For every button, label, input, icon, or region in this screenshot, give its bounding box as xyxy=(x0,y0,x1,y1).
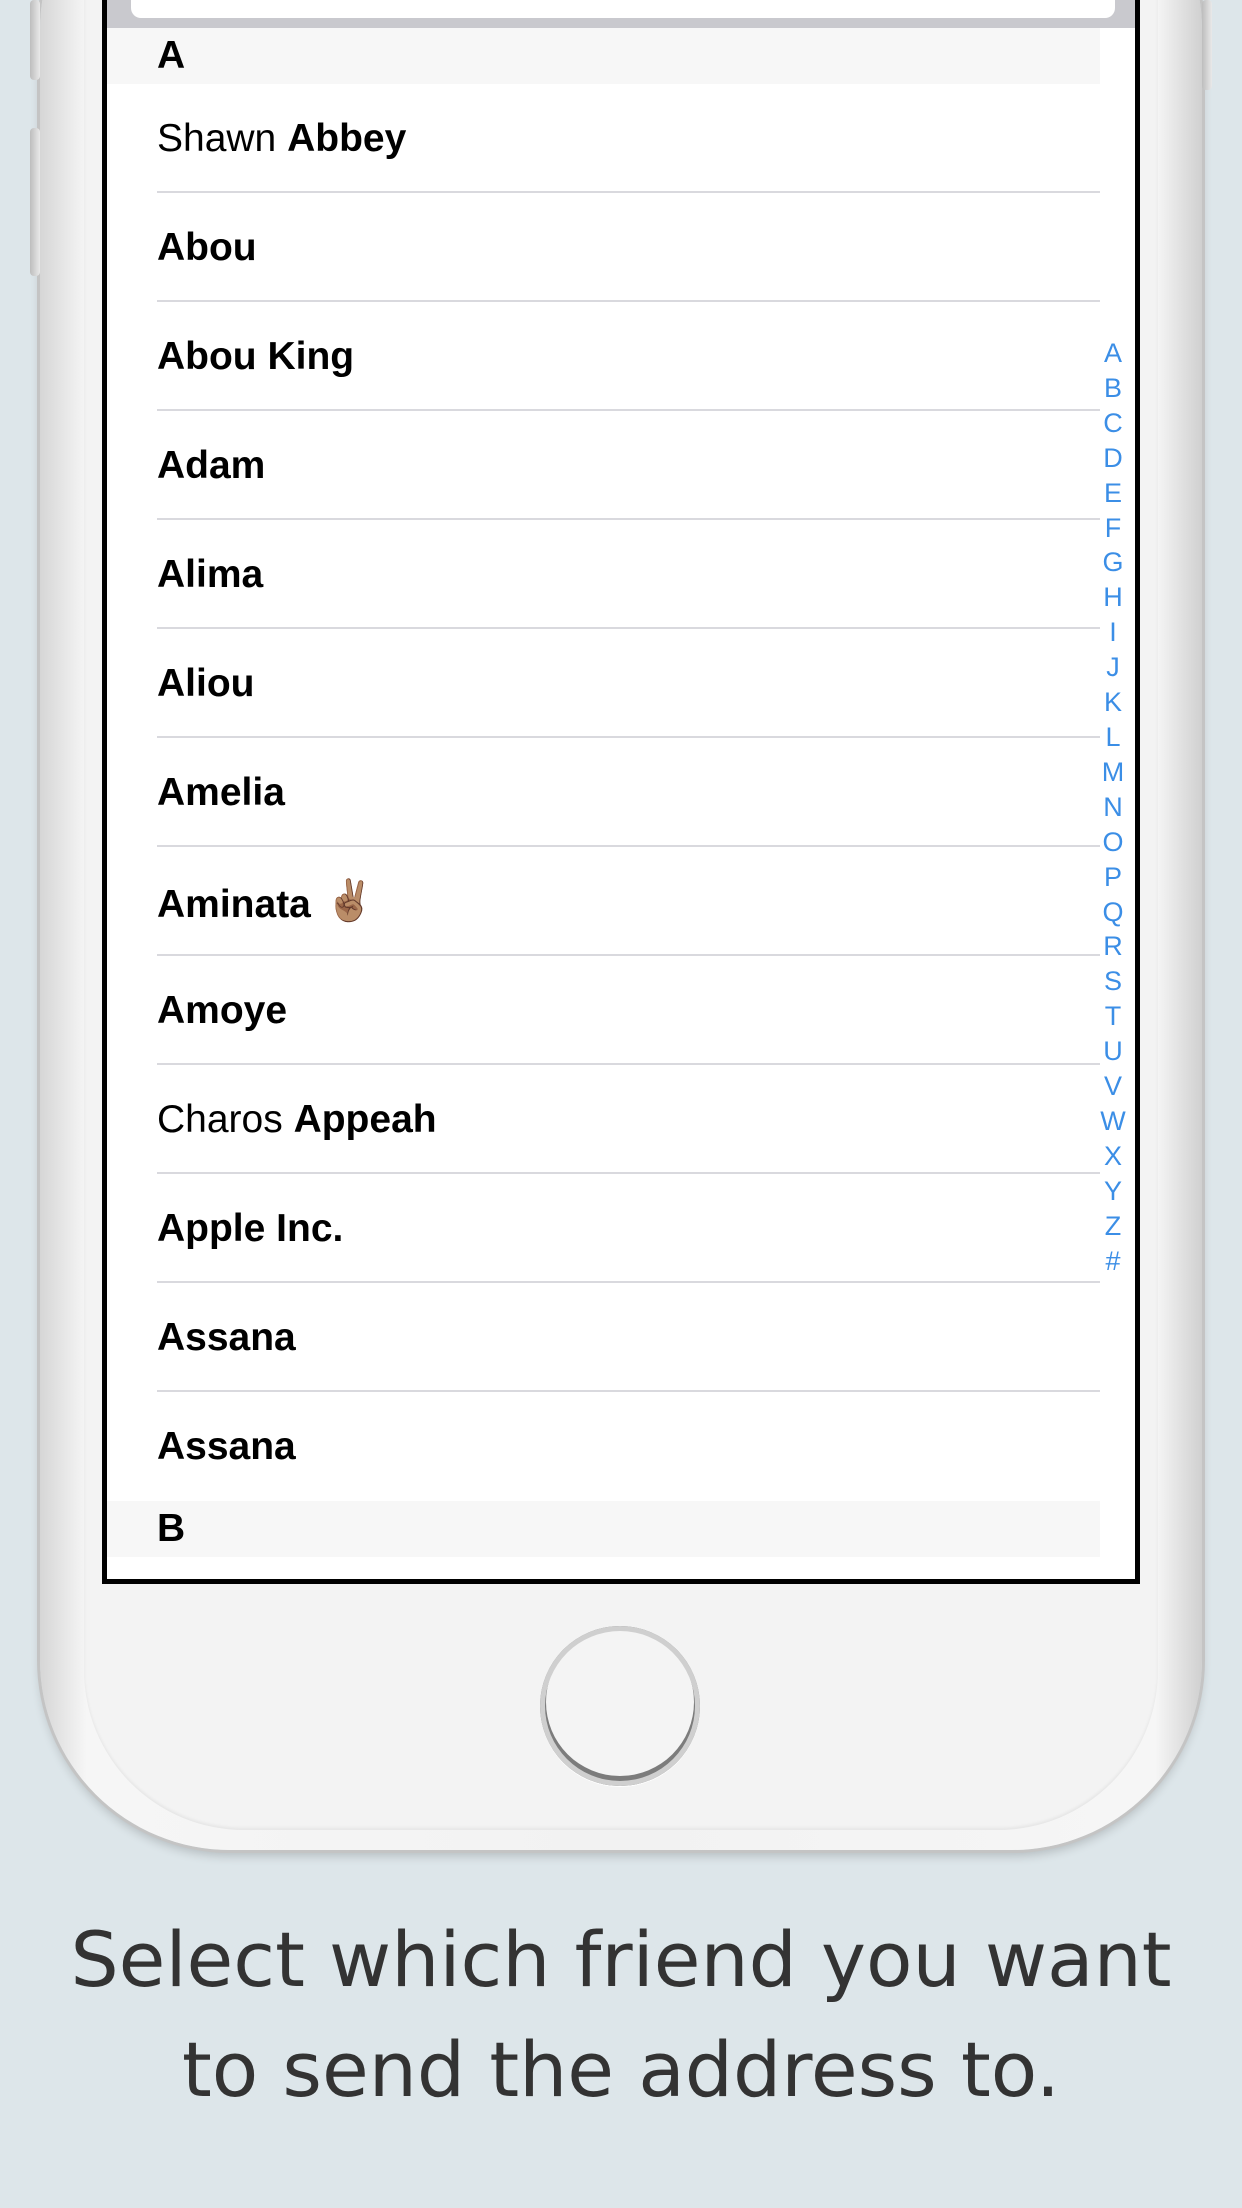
index-letter[interactable]: # xyxy=(1105,1244,1120,1279)
index-letter[interactable]: Y xyxy=(1104,1174,1122,1209)
index-letter[interactable]: W xyxy=(1100,1104,1125,1139)
contact-first-name: Charos xyxy=(157,1098,294,1141)
search-field[interactable] xyxy=(131,0,1115,18)
index-letter[interactable]: U xyxy=(1103,1034,1123,1069)
contact-row[interactable]: Aliou xyxy=(107,629,1100,738)
contact-name: Aliou xyxy=(157,662,255,705)
index-letter[interactable]: V xyxy=(1104,1069,1122,1104)
index-letter[interactable]: M xyxy=(1102,755,1125,790)
section-header-b: B xyxy=(107,1501,1100,1557)
caption-line-2: to send the address to. xyxy=(181,2025,1061,2114)
index-letter[interactable]: T xyxy=(1105,999,1122,1034)
home-button[interactable] xyxy=(540,1626,700,1786)
contact-row[interactable]: Amoye xyxy=(107,956,1100,1065)
contact-name: Abou xyxy=(157,226,257,269)
index-letter[interactable]: O xyxy=(1102,825,1123,860)
contact-name: Assana xyxy=(157,1316,296,1359)
contact-row[interactable]: Shawn Abbey xyxy=(107,84,1100,193)
section-index[interactable]: A B C D E F G H I J K L M N O P Q R S T U V W X Y Z # xyxy=(1095,336,1131,1278)
contact-name: Amelia xyxy=(157,771,285,814)
contact-name: Apple Inc. xyxy=(157,1207,344,1250)
victory-hand-emoji-icon: ✌🏽 xyxy=(324,879,375,923)
index-letter[interactable]: I xyxy=(1109,615,1117,650)
index-letter[interactable]: J xyxy=(1106,650,1120,685)
contact-row[interactable]: Abou King xyxy=(107,302,1100,411)
index-letter[interactable]: Q xyxy=(1102,895,1123,930)
caption-line-1: Select which friend you want xyxy=(70,1915,1172,2004)
section-header-a: A xyxy=(107,28,1100,84)
index-letter[interactable]: N xyxy=(1103,790,1123,825)
index-letter[interactable]: H xyxy=(1103,580,1123,615)
contact-row[interactable]: Assana xyxy=(107,1392,1100,1501)
power-button xyxy=(1202,0,1212,90)
phone-screen: A Shawn Abbey Abou Abou King Adam Alima Aliou A… xyxy=(102,0,1140,1584)
contact-name: Abou King xyxy=(157,335,355,378)
contact-first-name: Shawn xyxy=(157,117,288,160)
contact-name: Amoye xyxy=(157,989,288,1032)
volume-up-button xyxy=(30,0,40,80)
search-bar xyxy=(107,0,1135,28)
contact-row[interactable]: Aminata ✌🏽 xyxy=(107,847,1100,956)
contact-row[interactable]: Assana xyxy=(107,1283,1100,1392)
contact-name: Assana xyxy=(157,1425,296,1468)
contact-name: Adam xyxy=(157,444,266,487)
contact-row[interactable]: Alima xyxy=(107,520,1100,629)
index-letter[interactable]: B xyxy=(1104,371,1122,406)
contact-row[interactable]: Charos Appeah xyxy=(107,1065,1100,1174)
volume-down-button xyxy=(30,128,40,276)
index-letter[interactable]: F xyxy=(1105,511,1122,546)
contact-name: Aminata xyxy=(157,883,311,926)
index-letter[interactable]: C xyxy=(1103,406,1123,441)
contact-row[interactable]: Adam xyxy=(107,411,1100,520)
index-letter[interactable]: X xyxy=(1104,1139,1122,1174)
index-letter[interactable]: A xyxy=(1104,336,1122,371)
index-letter[interactable]: R xyxy=(1103,929,1123,964)
caption: Select which friend you want to send the… xyxy=(0,1905,1242,2125)
index-letter[interactable]: P xyxy=(1104,860,1122,895)
contact-row[interactable]: Abou xyxy=(107,193,1100,302)
contact-name: Appeah xyxy=(293,1098,437,1141)
contact-row[interactable]: Amelia xyxy=(107,738,1100,847)
index-letter[interactable]: L xyxy=(1105,720,1120,755)
index-letter[interactable]: K xyxy=(1104,685,1122,720)
contacts-list: A Shawn Abbey Abou Abou King Adam Alima Aliou A… xyxy=(107,0,1135,1579)
index-letter[interactable]: G xyxy=(1102,545,1123,580)
contact-name: Alima xyxy=(157,553,264,596)
contact-row[interactable]: Apple Inc. xyxy=(107,1174,1100,1283)
index-letter[interactable]: S xyxy=(1104,964,1122,999)
index-letter[interactable]: D xyxy=(1103,441,1123,476)
contact-name: Abbey xyxy=(287,117,407,160)
index-letter[interactable]: Z xyxy=(1105,1209,1122,1244)
index-letter[interactable]: E xyxy=(1104,476,1122,511)
